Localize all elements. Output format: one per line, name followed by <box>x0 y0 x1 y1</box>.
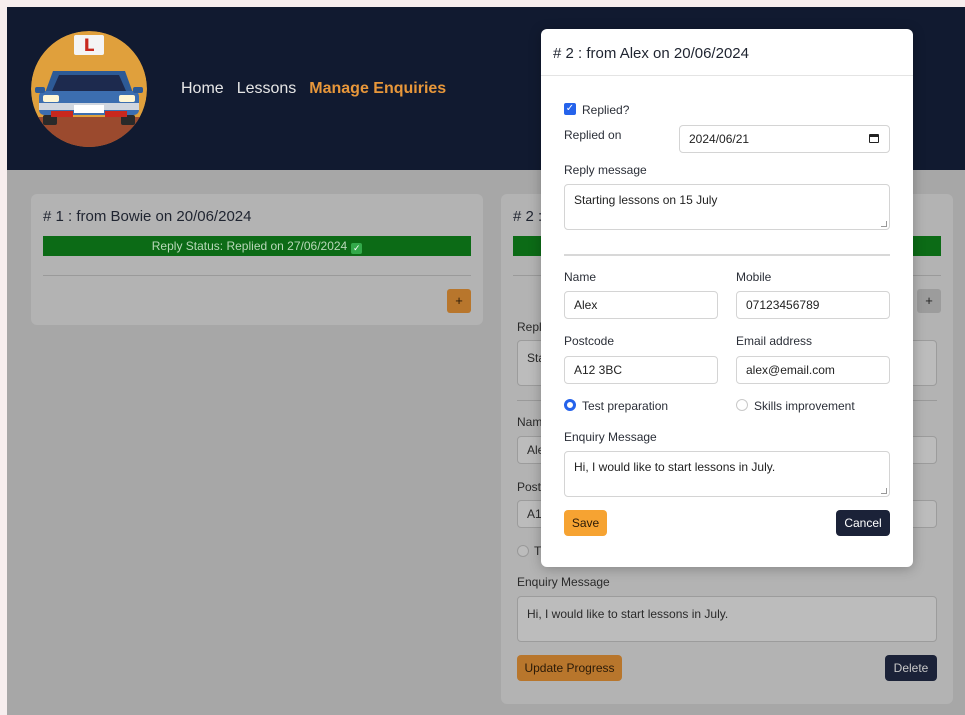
email-label: Email address <box>736 334 813 348</box>
enquiry-card-title: # 1 : from Bowie on 20/06/2024 <box>43 208 252 225</box>
replied-checkbox[interactable]: ✓ <box>564 103 576 115</box>
enquiry-message-textarea[interactable]: Hi, I would like to start lessons in Jul… <box>564 451 890 497</box>
modal-title: # 2 : from Alex on 20/06/2024 <box>553 45 749 62</box>
cancel-button[interactable]: Cancel <box>836 510 890 536</box>
postcode-value-fragment: A1 <box>527 507 542 521</box>
replied-on-label: Replied on <box>564 128 622 142</box>
delete-button[interactable]: Delete <box>885 655 937 681</box>
expand-button[interactable]: + <box>447 289 471 313</box>
main-nav: Home Lessons Manage Enquiries <box>181 80 446 98</box>
nav-manage-enquiries[interactable]: Manage Enquiries <box>309 80 446 98</box>
reply-message-label: Reply message <box>564 163 647 177</box>
enquiry-message-label: Enquiry Message <box>517 575 610 589</box>
app-frame: L Home Lessons Manage Enquiries # 1: fr… <box>7 7 965 715</box>
logo-letter: L <box>84 36 95 56</box>
replied-label: Replied? <box>582 103 630 117</box>
mobile-label: Mobile <box>736 270 772 284</box>
update-progress-button[interactable]: Update Progress <box>517 655 622 681</box>
nav-home[interactable]: Home <box>181 80 224 98</box>
enquiry-message-value: Hi, I would like to start lessons in Jul… <box>574 460 776 474</box>
name-value: Alex <box>574 298 598 312</box>
replied-label-fragment: Repl <box>517 320 542 334</box>
name-label: Name <box>564 270 597 284</box>
resize-handle-icon[interactable] <box>881 488 887 494</box>
calendar-icon[interactable] <box>869 134 879 143</box>
mobile-input[interactable]: 07123456789 <box>736 291 890 319</box>
postcode-value: A12 3BC <box>574 363 623 377</box>
postcode-input[interactable]: A12 3BC <box>564 356 718 384</box>
replied-on-date-input[interactable]: 2024/06/21 <box>679 125 890 153</box>
enquiry-card-title: # 2 : <box>513 208 543 225</box>
enquiry-message-field[interactable]: Hi, I would like to start lessons in Jul… <box>517 596 937 642</box>
resize-handle-icon[interactable] <box>881 221 887 227</box>
test-prep-radio[interactable] <box>517 545 529 557</box>
enquiry-message-label: Enquiry Message <box>564 430 657 444</box>
enquiry-message-value: Hi, I would like to start lessons in Jul… <box>527 607 729 621</box>
reply-status-text: Reply Status: Replied on 27/06/2024 <box>151 239 348 253</box>
postcode-label-fragment: Post <box>517 480 542 494</box>
enquiry-card-1: # 1 : from Bowie on 20/06/2024 Reply Sta… <box>31 194 483 325</box>
test-preparation-label[interactable]: Test preparation <box>582 399 668 413</box>
postcode-label: Postcode <box>564 334 615 348</box>
mobile-value: 07123456789 <box>746 298 820 312</box>
replied-on-value: 2024/06/21 <box>689 132 750 146</box>
driving-school-logo[interactable]: L <box>31 31 147 147</box>
test-preparation-radio[interactable] <box>564 399 576 411</box>
email-value: alex@email.com <box>746 363 835 377</box>
skills-improvement-label[interactable]: Skills improvement <box>754 399 855 413</box>
name-label-fragment: Nam <box>517 415 543 429</box>
reply-status-bar: Reply Status: Replied on 27/06/2024 ✓ <box>43 236 471 256</box>
divider <box>43 275 471 276</box>
edit-enquiry-modal: # 2 : from Alex on 20/06/2024 ✓ Replied?… <box>541 29 913 567</box>
modal-header-divider <box>541 75 913 76</box>
form-divider <box>564 254 890 256</box>
car-logo-icon: L <box>31 31 147 147</box>
name-input[interactable]: Alex <box>564 291 718 319</box>
save-button[interactable]: Save <box>564 510 607 536</box>
email-input[interactable]: alex@email.com <box>736 356 890 384</box>
nav-lessons[interactable]: Lessons <box>237 80 297 98</box>
reply-message-value: Starting lessons on 15 July <box>574 193 718 207</box>
expand-button[interactable]: + <box>917 289 941 313</box>
skills-improvement-radio[interactable] <box>736 399 748 411</box>
check-icon: ✓ <box>351 243 363 254</box>
reply-message-textarea[interactable]: Starting lessons on 15 July <box>564 184 890 230</box>
